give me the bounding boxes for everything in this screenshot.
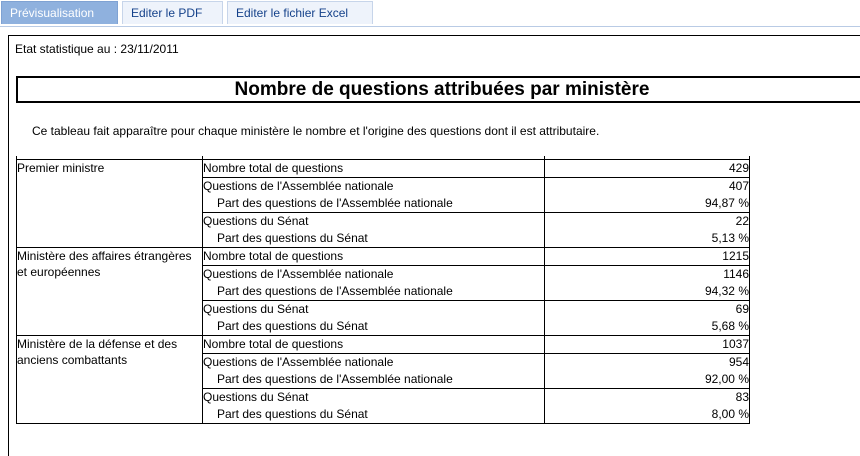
report-date: Etat statistique au : 23/11/2011	[15, 42, 179, 56]
tab-editer-excel[interactable]: Editer le fichier Excel	[227, 1, 373, 24]
senat-value: 83	[735, 390, 749, 404]
total-label: Nombre total de questions	[202, 247, 545, 266]
senat-label: Questions du Sénat	[203, 214, 309, 228]
tab-previsualisation[interactable]: Prévisualisation	[1, 1, 118, 24]
senat-label: Questions du Sénat	[203, 302, 309, 316]
senat-share-value: 5,13 %	[711, 231, 749, 245]
senat-label: Questions du Sénat	[203, 390, 309, 404]
ministry-name: Ministère des affaires étrangères et eur…	[16, 247, 203, 336]
senat-value: 69	[735, 302, 749, 316]
an-share-value: 94,87 %	[704, 196, 749, 210]
tab-bar: Prévisualisation Editer le PDF Editer le…	[0, 0, 860, 27]
an-share-label: Part des questions de l'Assemblée nation…	[217, 196, 453, 210]
table-row: Premier ministre Nombre total de questio…	[16, 159, 750, 248]
an-share-label: Part des questions de l'Assemblée nation…	[217, 372, 453, 386]
total-label: Nombre total de questions	[202, 159, 545, 178]
total-value: 1215	[544, 247, 750, 266]
senat-share-value: 8,00 %	[711, 407, 749, 421]
tab-editer-pdf[interactable]: Editer le PDF	[122, 1, 223, 24]
senat-share-label: Part des questions du Sénat	[217, 407, 368, 421]
an-share-value: 92,00 %	[704, 372, 749, 386]
senat-share-label: Part des questions du Sénat	[217, 319, 368, 333]
report-description: Ce tableau fait apparaître pour chaque m…	[32, 124, 600, 138]
an-value: 1146	[723, 267, 749, 281]
ministry-stats-table: Premier ministre Nombre total de questio…	[16, 156, 750, 424]
total-label: Nombre total de questions	[202, 335, 545, 354]
an-value: 954	[728, 355, 749, 369]
table-row: Ministère des affaires étrangères et eur…	[16, 247, 750, 336]
total-value: 1037	[544, 335, 750, 354]
report-title: Nombre de questions attribuées par minis…	[16, 76, 860, 103]
ministry-name: Premier ministre	[16, 159, 203, 248]
an-label: Questions de l'Assemblée nationale	[203, 267, 394, 281]
an-share-label: Part des questions de l'Assemblée nation…	[217, 284, 453, 298]
table-row: Ministère de la défense et des anciens c…	[16, 335, 750, 424]
an-value: 407	[728, 179, 749, 193]
senat-value: 22	[735, 214, 749, 228]
an-label: Questions de l'Assemblée nationale	[203, 179, 394, 193]
senat-share-value: 5,68 %	[711, 319, 749, 333]
senat-share-label: Part des questions du Sénat	[217, 231, 368, 245]
ministry-name: Ministère de la défense et des anciens c…	[16, 335, 203, 424]
total-value: 429	[544, 159, 750, 178]
an-share-value: 94,32 %	[704, 284, 749, 298]
an-label: Questions de l'Assemblée nationale	[203, 355, 394, 369]
